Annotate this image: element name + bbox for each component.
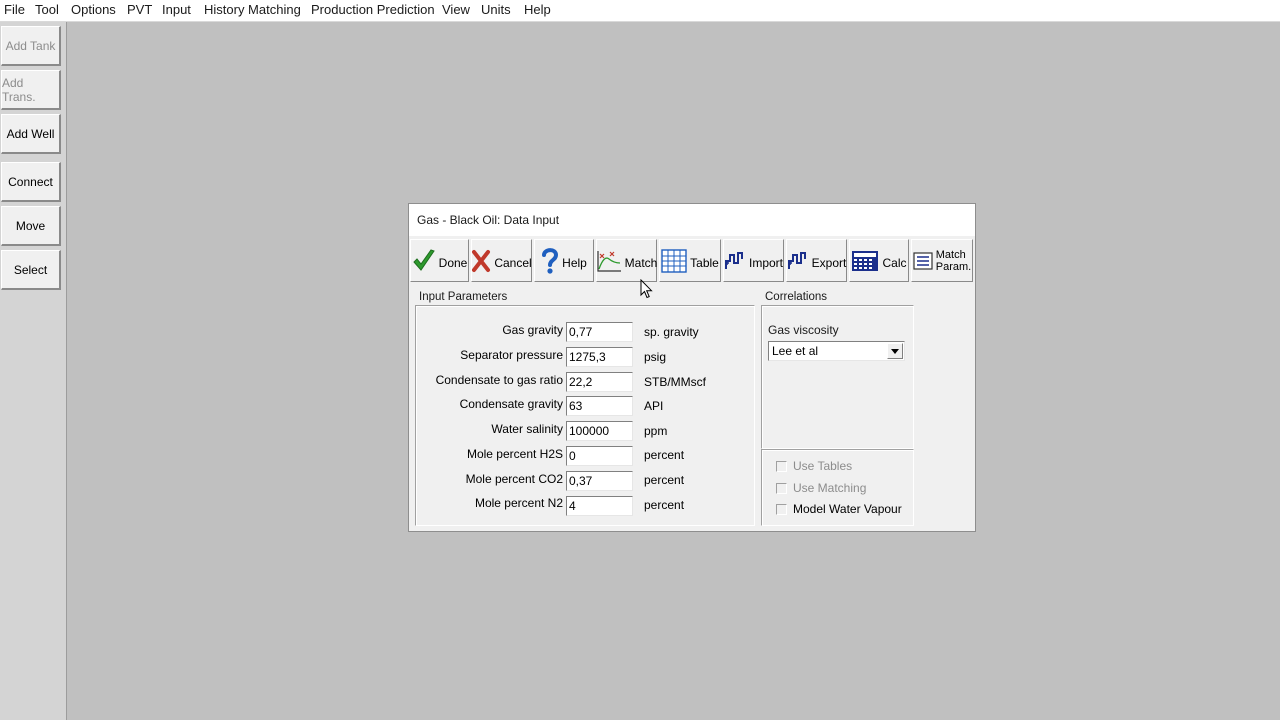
separator-pressure-input[interactable]: 1275,3 xyxy=(566,347,633,367)
import-icon xyxy=(725,251,743,269)
cancel-label: Cancel xyxy=(494,255,532,270)
question-mark-icon xyxy=(542,247,559,274)
calculator-icon xyxy=(852,250,879,271)
param-unit: sp. gravity xyxy=(644,325,699,339)
cancel-button[interactable]: Cancel xyxy=(471,239,532,282)
use-tables-label: Use Tables xyxy=(793,459,853,473)
param-unit: API xyxy=(644,399,664,413)
param-label: Condensate to gas ratio xyxy=(435,373,563,387)
import-button[interactable]: Import xyxy=(723,239,784,282)
gas-viscosity-value: Lee et al xyxy=(772,344,819,358)
dialog-title: Gas - Black Oil: Data Input xyxy=(417,213,560,227)
param-label: Mole percent CO2 xyxy=(465,472,563,486)
export-icon xyxy=(787,251,806,269)
match-param-label-line2: Param. xyxy=(935,260,972,273)
use-tables-checkbox[interactable]: Use Tables xyxy=(776,459,852,473)
model-water-vapour-checkbox[interactable]: Model Water Vapour xyxy=(776,502,902,516)
condensate-gravity-input[interactable]: 63 xyxy=(566,396,633,416)
table-label: Table xyxy=(690,255,719,270)
checkbox-box xyxy=(776,482,787,494)
data-input-dialog: Gas - Black Oil: Data Input Done Cancel … xyxy=(408,203,976,532)
menu-history-matching[interactable]: History Matching xyxy=(204,2,301,17)
mole-percent-h2s-input[interactable]: 0 xyxy=(566,446,633,466)
checkbox-box xyxy=(776,460,787,472)
param-unit: STB/MMscf xyxy=(644,375,706,389)
help-label: Help xyxy=(562,255,587,270)
menu-bar: File Tool Options PVT Input History Matc… xyxy=(0,0,1280,22)
param-unit: percent xyxy=(644,498,685,512)
calc-label: Calc xyxy=(882,255,907,270)
use-matching-label: Use Matching xyxy=(793,481,867,495)
chevron-down-icon[interactable] xyxy=(887,343,903,359)
input-parameters-title: Input Parameters xyxy=(419,291,508,303)
param-label: Condensate gravity xyxy=(459,397,563,411)
model-water-vapour-label: Model Water Vapour xyxy=(793,502,902,516)
water-salinity-input[interactable]: 100000 xyxy=(566,421,633,441)
match-chart-icon xyxy=(597,250,621,272)
param-unit: percent xyxy=(644,448,685,462)
move-button[interactable]: Move xyxy=(1,206,61,246)
menu-help[interactable]: Help xyxy=(524,2,551,17)
param-label: Separator pressure xyxy=(460,348,563,362)
menu-view[interactable]: View xyxy=(442,2,470,17)
export-label: Export xyxy=(811,255,847,270)
mouse-cursor-icon xyxy=(640,279,653,299)
param-label: Mole percent H2S xyxy=(466,447,563,461)
select-button[interactable]: Select xyxy=(1,250,61,290)
export-button[interactable]: Export xyxy=(786,239,847,282)
mole-percent-n2-input[interactable]: 4 xyxy=(566,496,633,516)
match-param-label-line1: Match xyxy=(935,248,966,261)
connect-button[interactable]: Connect xyxy=(1,162,61,202)
checkmark-icon xyxy=(412,248,435,271)
param-unit: percent xyxy=(644,473,685,487)
menu-input[interactable]: Input xyxy=(162,2,191,17)
mole-percent-co2-input[interactable]: 0,37 xyxy=(566,471,633,491)
param-label: Mole percent N2 xyxy=(474,496,563,510)
gas-viscosity-select[interactable]: Lee et al xyxy=(768,341,905,361)
calc-button[interactable]: Calc xyxy=(849,239,909,282)
param-unit: ppm xyxy=(644,424,668,438)
menu-pvt[interactable]: PVT xyxy=(127,2,152,17)
match-button[interactable]: Match xyxy=(596,239,657,282)
match-label: Match xyxy=(624,255,658,270)
cancel-x-icon xyxy=(472,249,491,272)
import-label: Import xyxy=(749,255,784,270)
param-label: Gas gravity xyxy=(502,323,563,337)
use-matching-checkbox[interactable]: Use Matching xyxy=(776,481,866,495)
menu-tool[interactable]: Tool xyxy=(35,2,59,17)
menu-file[interactable]: File xyxy=(4,2,25,17)
menu-production-prediction[interactable]: Production Prediction xyxy=(311,2,435,17)
param-unit: psig xyxy=(644,350,667,364)
match-param-label: Match Param. xyxy=(936,249,971,273)
help-button[interactable]: Help xyxy=(534,239,594,282)
table-grid-icon xyxy=(661,248,687,273)
dialog-titlebar[interactable]: Gas - Black Oil: Data Input xyxy=(409,204,975,236)
done-label: Done xyxy=(438,255,468,270)
parameters-list-icon xyxy=(913,251,933,270)
match-param-button[interactable]: Match Param. xyxy=(911,239,973,282)
gas-gravity-input[interactable]: 0,77 xyxy=(566,322,633,342)
table-button[interactable]: Table xyxy=(659,239,721,282)
correlations-title: Correlations xyxy=(765,291,827,303)
add-transfer-button[interactable]: Add Trans. xyxy=(1,70,61,110)
menu-units[interactable]: Units xyxy=(481,2,511,17)
param-label: Water salinity xyxy=(491,422,563,436)
condensate-gas-ratio-input[interactable]: 22,2 xyxy=(566,372,633,392)
gas-viscosity-label: Gas viscosity xyxy=(768,323,839,337)
add-well-button[interactable]: Add Well xyxy=(1,114,61,154)
add-tank-button[interactable]: Add Tank xyxy=(1,26,61,66)
menu-options[interactable]: Options xyxy=(71,2,116,17)
checkbox-box xyxy=(776,503,787,515)
done-button[interactable]: Done xyxy=(410,239,469,282)
left-toolbar: Add Tank Add Trans. Add Well Connect Mov… xyxy=(0,22,67,720)
